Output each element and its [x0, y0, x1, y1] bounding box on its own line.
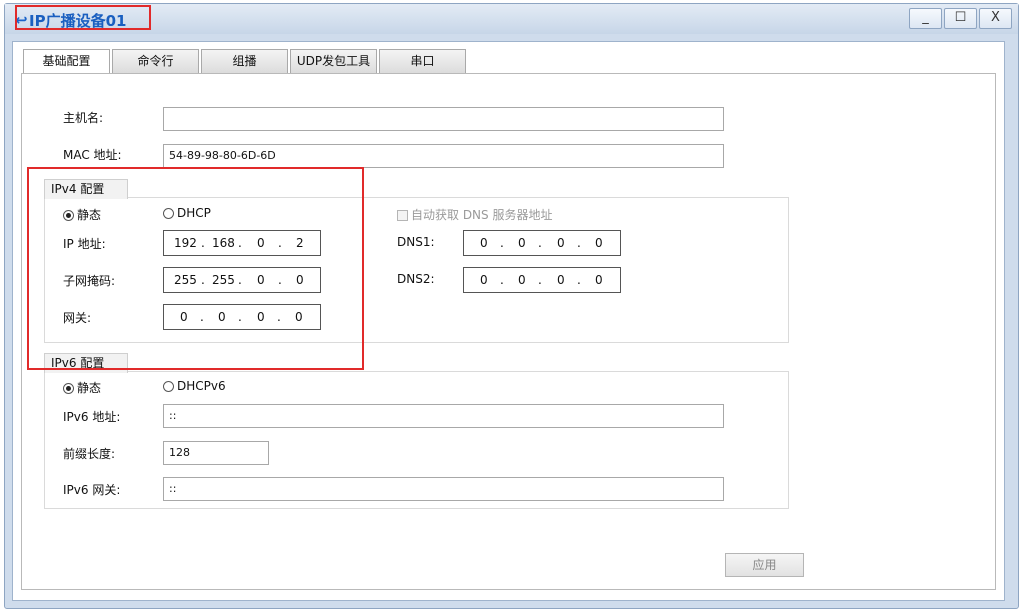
- ipv4-dhcp-radio[interactable]: DHCP: [163, 206, 211, 220]
- apply-button[interactable]: 应用: [725, 553, 804, 577]
- gw-octet-1: 0: [180, 310, 188, 324]
- mask-octet-4: 0: [296, 273, 304, 287]
- gateway-label: 网关:: [63, 311, 92, 325]
- auto-dns-checkbox[interactable]: 自动获取 DNS 服务器地址: [397, 206, 552, 223]
- gateway-input[interactable]: 0 . 0 . 0 . 0: [163, 304, 321, 330]
- dns1-octet-2: 0: [518, 236, 526, 250]
- tab-multicast[interactable]: 组播: [201, 49, 288, 73]
- dns1-label: DNS1:: [397, 235, 435, 249]
- dns1-octet-1: 0: [480, 236, 488, 250]
- ipv6-group-title: IPv6 配置: [44, 353, 128, 373]
- minimize-button[interactable]: _: [909, 8, 942, 29]
- gw-octet-4: 0: [295, 310, 303, 324]
- ip-address-input[interactable]: 192 . 168 . 0 . 2: [163, 230, 321, 256]
- radio-selected-icon: [63, 210, 74, 221]
- tab-udp-tool[interactable]: UDP发包工具: [290, 49, 377, 73]
- mac-input[interactable]: 54-89-98-80-6D-6D: [163, 144, 724, 168]
- ip-octet-3: 0: [257, 236, 265, 250]
- ipv6-dhcp-label: DHCPv6: [177, 379, 226, 393]
- subnet-mask-input[interactable]: 255 . 255 . 0 . 0: [163, 267, 321, 293]
- tab-command-line[interactable]: 命令行: [112, 49, 199, 73]
- dns1-input[interactable]: 0 . 0 . 0 . 0: [463, 230, 621, 256]
- ipv4-static-radio[interactable]: 静态: [63, 206, 101, 223]
- dns2-input[interactable]: 0 . 0 . 0 . 0: [463, 267, 621, 293]
- radio-unselected-icon: [163, 381, 174, 392]
- hostname-label: 主机名:: [63, 111, 104, 125]
- ipv6-address-input[interactable]: ::: [163, 404, 724, 428]
- radio-selected-icon: [63, 383, 74, 394]
- prefix-length-label: 前缀长度:: [63, 447, 116, 461]
- close-button[interactable]: X: [979, 8, 1012, 29]
- mac-label: MAC 地址:: [63, 148, 122, 162]
- hostname-input[interactable]: [163, 107, 724, 131]
- dns2-octet-2: 0: [518, 273, 526, 287]
- ip-octet-1: 192: [174, 236, 197, 250]
- ip-octet-2: 168: [212, 236, 235, 250]
- maximize-button[interactable]: ☐: [944, 8, 977, 29]
- ip-octet-4: 2: [296, 236, 304, 250]
- ipv6-gateway-label: IPv6 网关:: [63, 483, 121, 497]
- checkbox-icon: [397, 210, 408, 221]
- title-highlight-box: [15, 5, 151, 30]
- ip-address-label: IP 地址:: [63, 237, 106, 251]
- ipv6-address-label: IPv6 地址:: [63, 410, 121, 424]
- ipv6-dhcp-radio[interactable]: DHCPv6: [163, 379, 226, 393]
- dns2-octet-1: 0: [480, 273, 488, 287]
- auto-dns-label: 自动获取 DNS 服务器地址: [411, 208, 553, 222]
- gw-octet-2: 0: [218, 310, 226, 324]
- tab-serial[interactable]: 串口: [379, 49, 466, 73]
- dns1-octet-4: 0: [595, 236, 603, 250]
- subnet-mask-label: 子网掩码:: [63, 274, 116, 288]
- ipv4-static-label: 静态: [77, 208, 102, 222]
- gw-octet-3: 0: [257, 310, 265, 324]
- prefix-length-input[interactable]: 128: [163, 441, 269, 465]
- mask-octet-3: 0: [257, 273, 265, 287]
- dns1-octet-3: 0: [557, 236, 565, 250]
- radio-unselected-icon: [163, 208, 174, 219]
- title-bar[interactable]: ↩ IP广播设备01 _ ☐ X: [5, 4, 1018, 34]
- ipv6-static-radio[interactable]: 静态: [63, 379, 101, 396]
- dns2-octet-4: 0: [595, 273, 603, 287]
- mask-octet-1: 255: [174, 273, 197, 287]
- dns2-label: DNS2:: [397, 272, 435, 286]
- tab-basic-config[interactable]: 基础配置: [23, 49, 110, 73]
- ipv4-group-title: IPv4 配置: [44, 179, 128, 199]
- dns2-octet-3: 0: [557, 273, 565, 287]
- ipv6-static-label: 静态: [77, 381, 102, 395]
- mask-octet-2: 255: [212, 273, 235, 287]
- basic-config-page: 主机名: MAC 地址: 54-89-98-80-6D-6D IPv4 配置 静…: [21, 73, 996, 590]
- ipv6-gateway-input[interactable]: ::: [163, 477, 724, 501]
- ipv4-dhcp-label: DHCP: [177, 206, 211, 220]
- app-window: ↩ IP广播设备01 _ ☐ X 基础配置 命令行 组播 UDP发包工具 串口 …: [4, 3, 1019, 609]
- client-area: 基础配置 命令行 组播 UDP发包工具 串口 主机名: MAC 地址: 54-8…: [12, 41, 1005, 601]
